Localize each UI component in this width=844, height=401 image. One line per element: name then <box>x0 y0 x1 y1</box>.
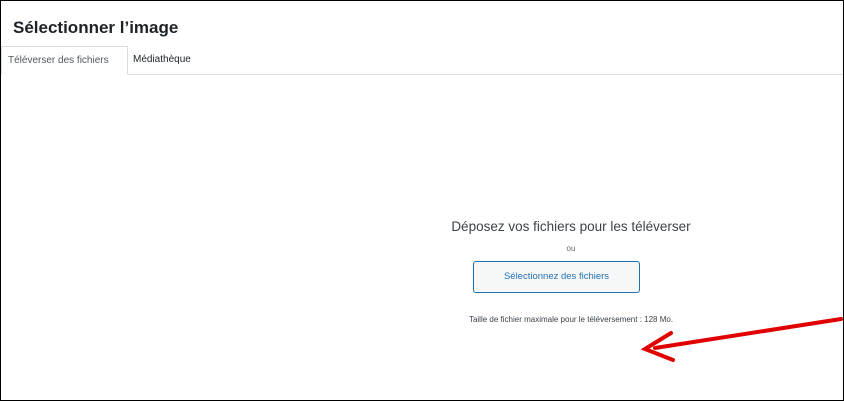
drop-instructions: Déposez vos fichiers pour les téléverser <box>451 219 691 234</box>
modal-title: Sélectionner l’image <box>13 18 179 37</box>
select-files-button[interactable]: Sélectionnez des fichiers <box>473 261 640 293</box>
tab-media-library[interactable]: Médiathèque <box>127 46 197 74</box>
upload-dropzone[interactable]: Déposez vos fichiers pour les téléverser… <box>1 75 843 400</box>
modal-tabs: Téléverser des fichiers Médiathèque <box>1 46 843 75</box>
tab-upload-files[interactable]: Téléverser des fichiers <box>1 46 128 75</box>
or-separator: ou <box>566 244 576 253</box>
media-modal: Sélectionner l’image Téléverser des fich… <box>0 0 844 401</box>
red-arrow-icon <box>640 317 843 362</box>
